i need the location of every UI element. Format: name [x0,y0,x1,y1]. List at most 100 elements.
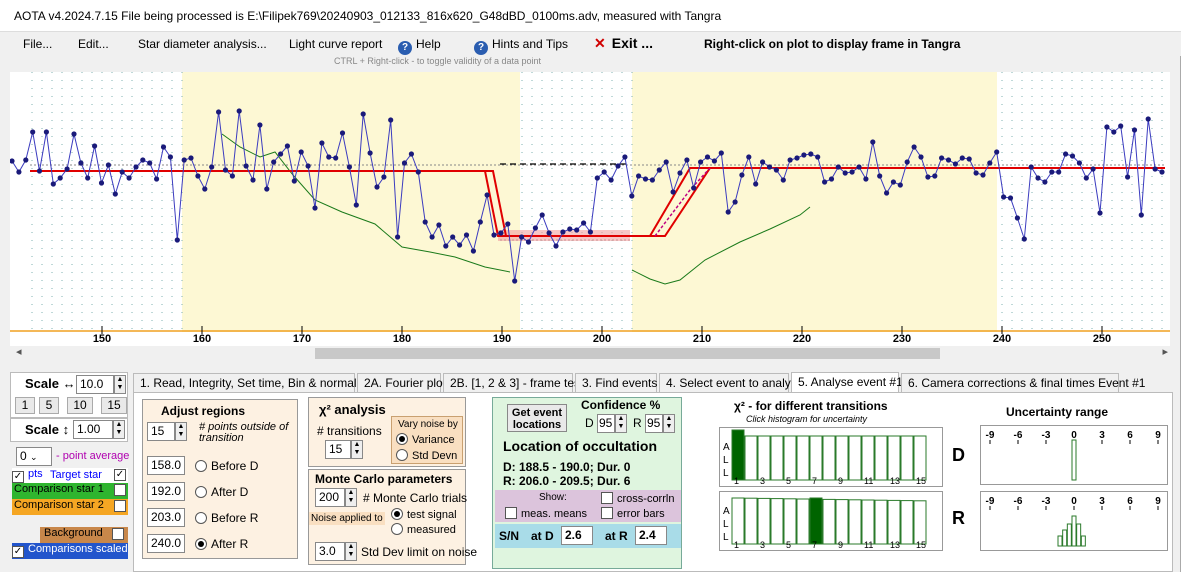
data-point[interactable] [980,172,986,178]
data-point[interactable] [23,157,29,163]
data-point[interactable] [684,157,690,163]
data-point[interactable] [698,159,704,165]
data-point[interactable] [1076,160,1082,166]
data-point[interactable] [863,176,869,182]
background-checkbox[interactable] [112,528,124,540]
data-point[interactable] [381,174,387,180]
histogram-bar[interactable] [770,498,784,545]
histogram-bar[interactable] [874,499,888,545]
data-point[interactable] [457,242,463,248]
data-point[interactable] [429,234,435,240]
data-point[interactable] [477,219,483,225]
histogram-bar[interactable] [861,435,875,481]
before-d-radio[interactable]: Before D [195,459,258,473]
target-star-row[interactable]: ✓ pts Target star ✓ [12,468,128,484]
histogram-d-svg[interactable]: ALL1 3 5 7 9 11 13 15 [720,428,942,486]
uncertainty-d-svg[interactable]: -9 -6 -3 0 3 6 9 [981,426,1167,484]
data-point[interactable] [1152,166,1158,172]
data-point[interactable] [450,234,456,240]
tab-find-events[interactable]: 3. Find events [575,373,657,392]
data-point[interactable] [484,192,490,198]
data-point[interactable] [877,173,883,179]
histogram-bar[interactable] [835,435,849,481]
data-point[interactable] [925,174,931,180]
scale-v-spinner[interactable]: ▲ ▼ [113,420,125,439]
data-point[interactable] [546,230,552,236]
data-point[interactable] [581,220,587,226]
comparison-1-row[interactable]: Comparison star 1 [12,483,128,499]
data-point[interactable] [525,239,532,245]
data-point[interactable] [512,278,518,284]
cross-corrln-checkbox[interactable]: cross-corrln [601,492,674,505]
histogram-bar[interactable] [822,435,836,481]
data-point[interactable] [1035,175,1041,181]
data-point[interactable] [209,164,215,170]
data-point[interactable] [319,140,325,146]
monte-carlo-trials-input[interactable]: 200 [315,488,345,507]
data-point[interactable] [181,157,187,163]
data-point[interactable] [388,117,394,123]
histogram-bar[interactable] [783,435,797,481]
data-point[interactable] [897,182,903,188]
data-point[interactable] [360,111,366,117]
data-point[interactable] [408,151,414,157]
data-point[interactable] [532,225,539,231]
data-point[interactable] [677,170,683,176]
data-point[interactable] [271,159,277,165]
data-point[interactable] [622,154,628,160]
data-point[interactable] [1097,210,1103,216]
plot-svg[interactable]: 150 160 170 180 190 200 210 220 230 240 250 [9,72,1170,346]
data-point[interactable] [9,158,15,164]
plot-scrollbar[interactable]: ◂ ▸ [10,346,1170,360]
histogram-bar[interactable] [887,435,901,481]
data-point[interactable] [608,177,614,183]
data-point[interactable] [670,189,676,195]
data-point[interactable] [250,177,256,183]
data-point[interactable] [264,186,270,192]
data-point[interactable] [560,229,566,235]
data-point[interactable] [918,154,924,160]
data-point[interactable] [43,129,50,135]
data-point[interactable] [539,212,545,218]
point-avg-select[interactable]: 0 ⌄ [16,447,52,466]
data-point[interactable] [574,227,580,233]
data-point[interactable] [691,185,697,191]
data-point[interactable] [732,199,738,205]
histogram-bar[interactable] [757,435,771,481]
data-point[interactable] [1042,179,1048,185]
histogram-bar[interactable] [913,435,927,481]
data-point[interactable] [298,149,304,155]
data-point[interactable] [773,167,780,173]
data-point[interactable] [126,175,132,181]
histogram-bar[interactable] [848,435,862,481]
data-point[interactable] [415,169,421,175]
measured-radio[interactable]: measured [391,523,456,536]
data-point[interactable] [835,164,841,170]
data-point[interactable] [945,157,952,163]
data-point[interactable] [636,173,642,179]
checkbox-icon[interactable] [505,507,517,519]
data-point[interactable] [642,176,649,182]
data-point[interactable] [994,149,1000,155]
histogram-r-svg[interactable]: ALL1 3 5 7 9 11 13 15 [720,492,942,550]
radio-icon[interactable] [396,433,408,445]
histogram-bar[interactable] [887,499,901,545]
histogram-bar[interactable] [770,435,784,481]
comparison-1-checkbox[interactable] [114,484,126,496]
data-point[interactable] [229,173,235,179]
confidence-r-input[interactable]: 95 [645,414,663,433]
data-point[interactable] [401,160,408,166]
data-point[interactable] [367,150,373,156]
data-point[interactable] [436,222,442,228]
std-dev-limit-spinner[interactable]: ▲ ▼ [345,542,357,561]
comparison-2-checkbox[interactable] [114,500,126,512]
transitions-spinner[interactable]: ▲ ▼ [351,440,363,459]
data-point[interactable] [760,159,766,165]
data-point[interactable] [284,143,290,149]
checkbox-icon[interactable] [601,507,613,519]
data-point[interactable] [105,162,111,168]
data-point[interactable] [1021,236,1027,242]
data-point[interactable] [71,131,77,137]
data-point[interactable] [174,237,180,243]
data-point[interactable] [1145,116,1151,122]
